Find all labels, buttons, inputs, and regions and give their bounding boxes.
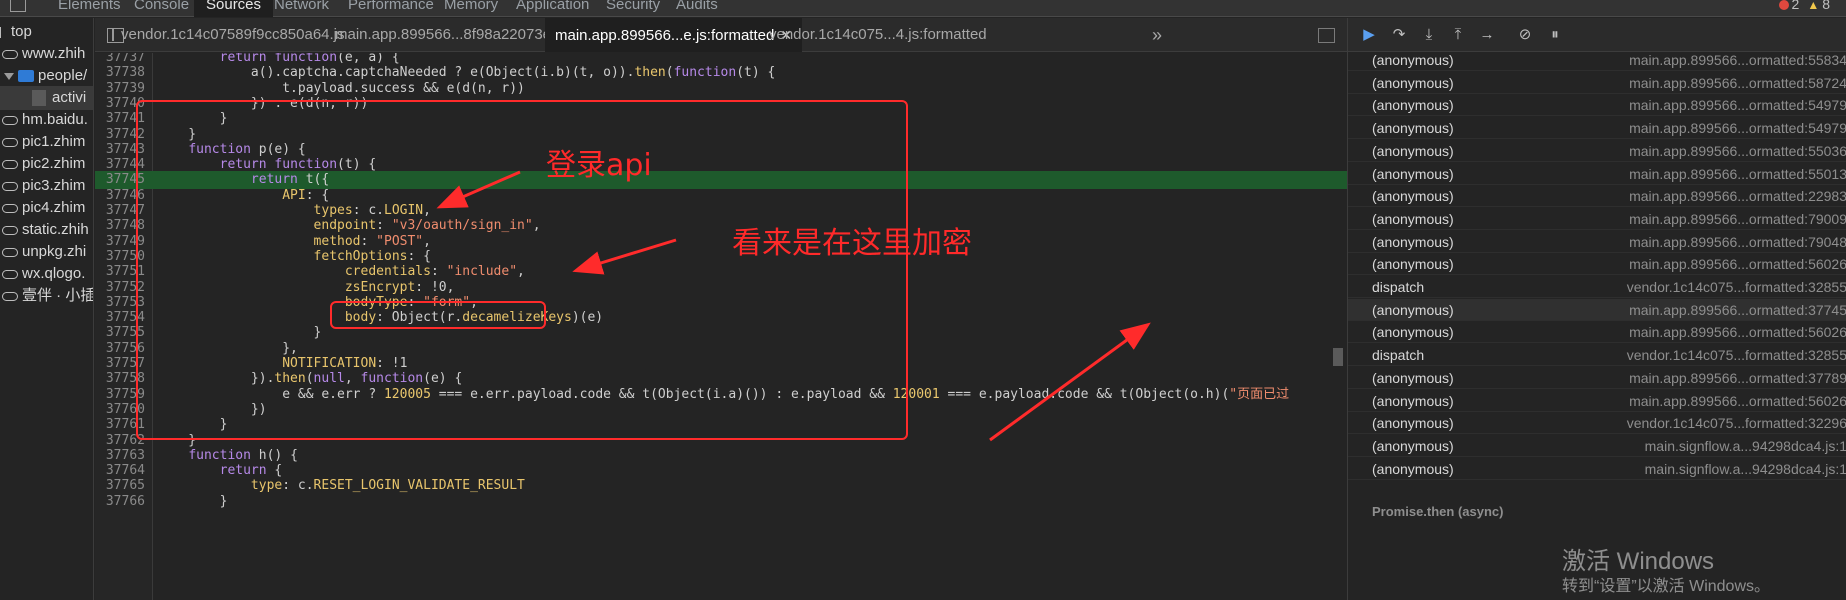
call-frame[interactable]: (anonymous) main.app.899566...ormatted:56…	[1348, 253, 1846, 276]
call-frame-location[interactable]: vendor.1c14c075...formatted:32296	[1627, 412, 1846, 434]
call-frame[interactable]: dispatch vendor.1c14c075...formatted:3285…	[1348, 276, 1846, 298]
watermark-title: 激活 Windows	[1562, 548, 1715, 575]
call-frame-location[interactable]: main.app.899566...ormatted:56026	[1629, 390, 1846, 412]
call-frame-location[interactable]: main.app.899566...ormatted:22983	[1629, 185, 1846, 207]
debugger-toolbar: ▶ ↷ ⤓ ⤒ → ⊘ ⏸	[1348, 18, 1846, 52]
call-frame[interactable]: (anonymous) main.app.899566...ormatted:79…	[1348, 208, 1846, 230]
call-frame-function: (anonymous)	[1372, 256, 1454, 273]
call-frame-location[interactable]: main.app.899566...ormatted:79009	[1629, 208, 1846, 230]
call-frame-location[interactable]: main.app.899566...ormatted:54979	[1629, 117, 1846, 139]
call-frame[interactable]: (anonymous) main.app.899566...ormatted:55…	[1348, 140, 1846, 162]
call-frame[interactable]: (anonymous) main.app.899566...ormatted:22…	[1348, 185, 1846, 208]
call-frame-function: (anonymous)	[1372, 437, 1454, 454]
call-frame-location[interactable]: main.app.899566...ormatted:55036	[1629, 140, 1846, 162]
call-frame-location[interactable]: main.app.899566...ormatted:37789	[1629, 367, 1846, 389]
call-frame[interactable]: (anonymous) main.app.899566...ormatted:56…	[1348, 321, 1846, 344]
call-frame-function: (anonymous)	[1372, 210, 1454, 227]
call-frame-function: (anonymous)	[1372, 74, 1454, 91]
call-frame-function: (anonymous)	[1372, 53, 1454, 68]
call-frame-function: (anonymous)	[1372, 460, 1454, 477]
call-frame-location[interactable]: main.app.899566...ormatted:58724	[1629, 72, 1846, 94]
call-frame-location[interactable]: main.app.899566...ormatted:55834	[1629, 53, 1846, 71]
call-frame-function: (anonymous)	[1372, 142, 1454, 159]
call-frame[interactable]: (anonymous) vendor.1c14c075...formatted:3…	[1348, 412, 1846, 435]
call-frame-function: (anonymous)	[1372, 188, 1454, 205]
call-frame-function: (anonymous)	[1372, 165, 1454, 182]
call-frame[interactable]: (anonymous) main.app.899566...ormatted:79…	[1348, 231, 1846, 253]
resume-icon[interactable]: ▶	[1360, 27, 1378, 43]
call-frame-function: dispatch	[1372, 347, 1425, 364]
watermark-subtitle: 转到“设置”以激活 Windows。	[1562, 578, 1771, 595]
step-into-icon[interactable]: ⤓	[1420, 27, 1438, 43]
debugger-sidebar: ▶ ↷ ⤓ ⤒ → ⊘ ⏸ (anonymous) main.app.899566…	[1347, 18, 1846, 600]
call-frame-function: (anonymous)	[1372, 97, 1454, 114]
call-frame[interactable]: (anonymous) main.signflow.a...94298dca4.j…	[1348, 435, 1846, 457]
call-frame-location[interactable]: main.app.899566...ormatted:56026	[1629, 321, 1846, 343]
deactivate-breakpoints-icon[interactable]: ⊘	[1516, 27, 1534, 43]
call-frame-function: (anonymous)	[1372, 233, 1454, 250]
call-frame[interactable]: (anonymous) main.app.899566...ormatted:54…	[1348, 94, 1846, 117]
call-frame[interactable]: (anonymous) main.app.899566...ormatted:54…	[1348, 117, 1846, 140]
call-frame-function: dispatch	[1372, 279, 1425, 295]
call-frame[interactable]: (anonymous) main.app.899566...ormatted:55…	[1348, 53, 1846, 71]
call-frame-location[interactable]: main.app.899566...ormatted:55013	[1629, 163, 1846, 185]
call-frame[interactable]: (anonymous) main.app.899566...ormatted:55…	[1348, 163, 1846, 185]
windows-activation-watermark: 激活 Windows 转到“设置”以激活 Windows。	[1562, 548, 1770, 598]
step-out-icon[interactable]: ⤒	[1449, 27, 1467, 43]
call-frame[interactable]: (anonymous) main.app.899566...ormatted:58…	[1348, 72, 1846, 94]
call-frame-function: (anonymous)	[1372, 120, 1454, 137]
call-frame-location[interactable]: vendor.1c14c075...formatted:32855	[1627, 344, 1846, 366]
call-frame-function: (anonymous)	[1372, 369, 1454, 386]
arrow-encrypt	[572, 238, 677, 275]
call-frame-location[interactable]: main.signflow.a...94298dca4.js:1	[1645, 458, 1846, 480]
call-frame-function: (anonymous)	[1372, 392, 1454, 409]
call-frame-location[interactable]: vendor.1c14c075...formatted:32855	[1627, 276, 1846, 298]
call-frame[interactable]: (anonymous) main.app.899566...ormatted:37…	[1348, 298, 1846, 321]
call-frame[interactable]: (anonymous) main.signflow.a...94298dca4.j…	[1348, 458, 1846, 480]
call-frame-location[interactable]: main.app.899566...ormatted:37745	[1629, 299, 1846, 321]
call-frame-function: (anonymous)	[1372, 324, 1454, 341]
step-over-icon[interactable]: ↷	[1390, 27, 1408, 43]
call-frame-location[interactable]: main.signflow.a...94298dca4.js:1	[1645, 435, 1846, 457]
call-frame[interactable]: dispatch vendor.1c14c075...formatted:3285…	[1348, 344, 1846, 367]
call-frame-location[interactable]: main.app.899566...ormatted:54979	[1629, 94, 1846, 116]
call-frame-location[interactable]: main.app.899566...ormatted:56026	[1629, 253, 1846, 275]
async-separator: Promise.then (async)	[1372, 504, 1504, 519]
step-icon[interactable]: →	[1478, 27, 1496, 43]
pause-on-exceptions-icon[interactable]: ⏸	[1546, 27, 1564, 43]
call-frame-function: (anonymous)	[1372, 415, 1454, 432]
call-frame-location[interactable]: main.app.899566...ormatted:79048	[1629, 231, 1846, 253]
call-frame-function: (anonymous)	[1372, 301, 1454, 318]
arrow-callstack	[989, 322, 1151, 442]
call-frame[interactable]: (anonymous) main.app.899566...ormatted:37…	[1348, 367, 1846, 389]
arrow-login-api	[436, 170, 521, 209]
call-frame[interactable]: (anonymous) main.app.899566...ormatted:56…	[1348, 390, 1846, 412]
